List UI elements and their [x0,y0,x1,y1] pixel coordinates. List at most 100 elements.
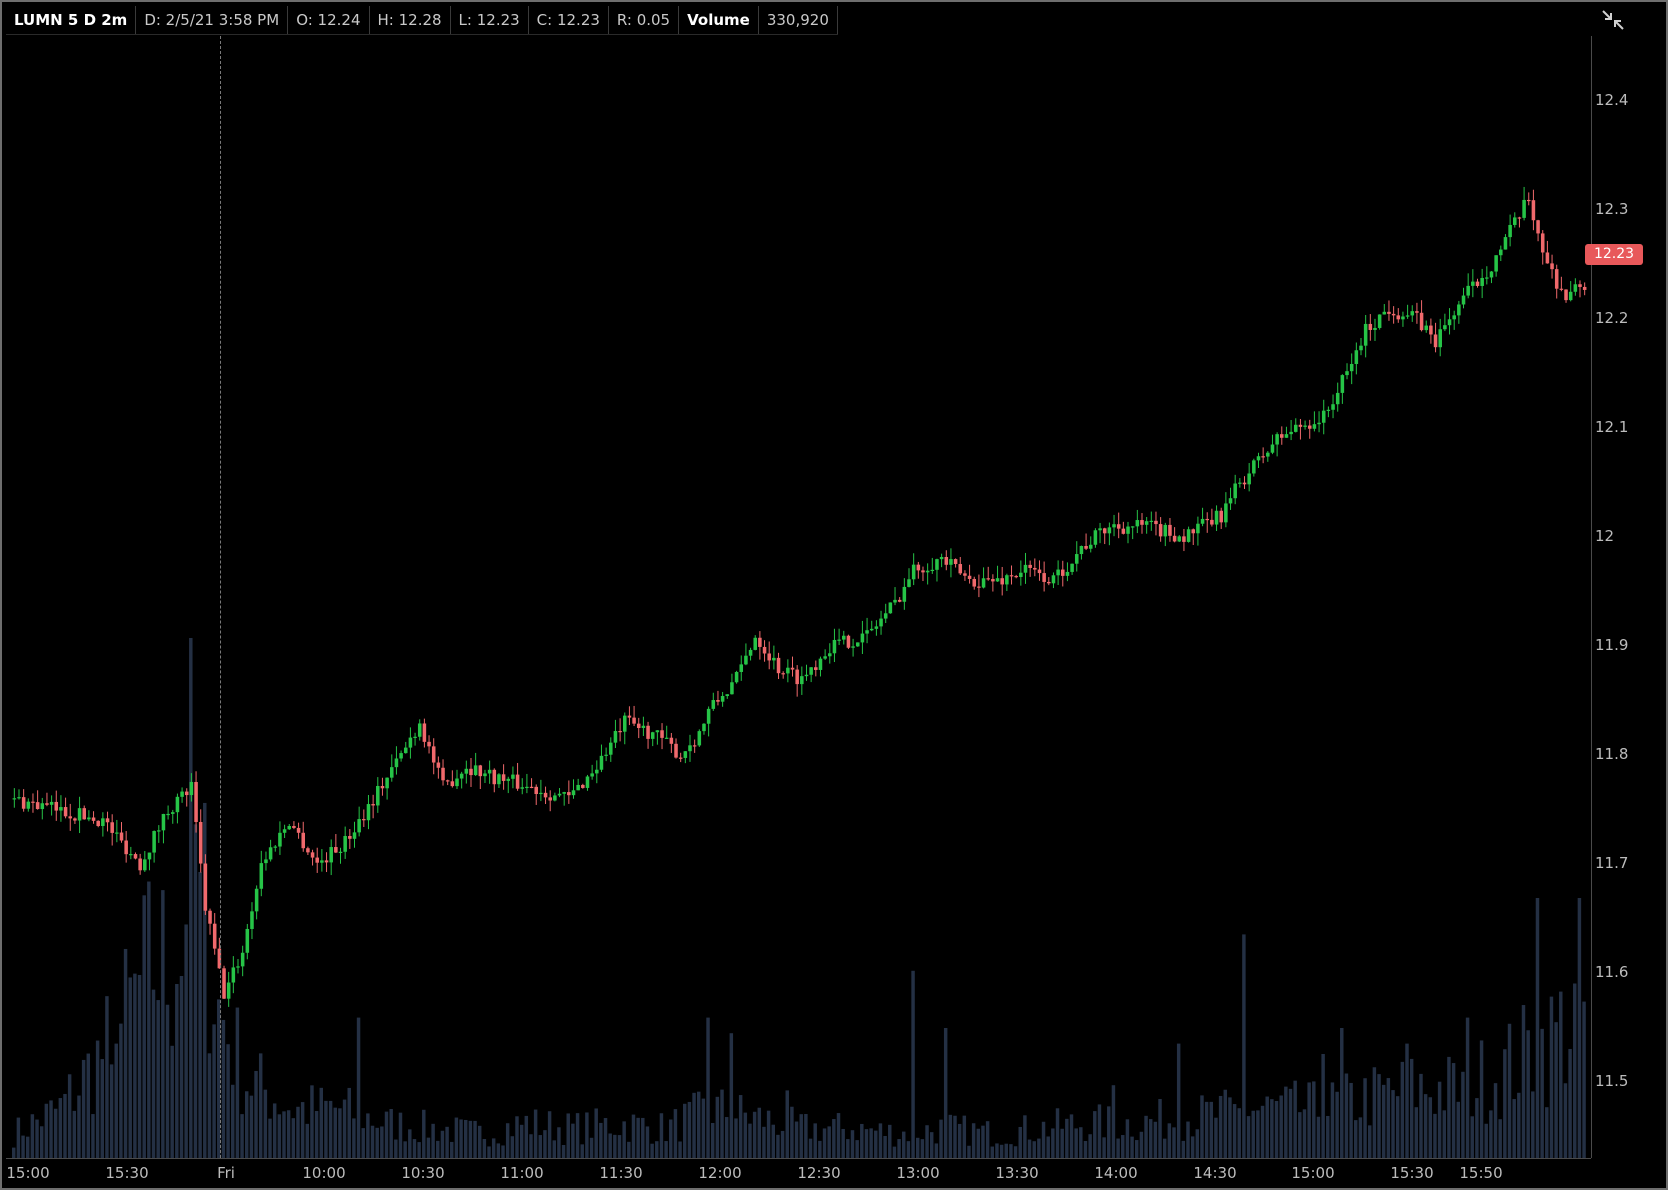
candle-body [427,741,431,747]
volume-bar [1349,1082,1353,1158]
candle-body [268,847,273,860]
candle-body [1037,569,1042,574]
candle-body [972,578,977,587]
volume-bar [109,1064,114,1158]
candle-body [431,746,436,763]
volume-bar [1111,1085,1116,1158]
volume-bar [1293,1080,1297,1158]
candle-body [1186,529,1191,542]
volume-bar [1367,1125,1372,1158]
volume-bar [1242,934,1246,1158]
candle-body [557,793,562,796]
symbol-label[interactable]: LUMN 5 D 2m [6,6,137,34]
price-axis[interactable]: 12.4 12.3 12.2 12.1 12 11.9 11.8 11.7 11.6 11.5 [1592,36,1666,1158]
volume-bar [1470,1116,1474,1158]
candle-body [115,832,119,834]
candle-body [1130,526,1135,528]
volume-bar [1535,898,1540,1158]
price-plot[interactable] [6,36,1591,1158]
candle-body [604,754,608,756]
volume-bar [193,824,198,1158]
candle-body [1387,311,1391,314]
volume-bar [1065,1118,1069,1158]
volume-bar [631,1114,636,1158]
candle-body [632,717,636,724]
candle-body [1121,528,1126,534]
candle-body [1079,545,1084,555]
candle-body [776,657,781,674]
candle-body [399,753,403,759]
volume-bar [1582,1001,1586,1158]
volume-readout: 330,920 [759,6,838,34]
volume-bar [63,1093,67,1158]
volume-bar [1456,1101,1460,1158]
volume-bar [314,1111,319,1158]
volume-bar [846,1139,850,1158]
volume-bar [589,1137,594,1158]
candle-body [935,559,939,570]
candle-body [1461,295,1466,305]
candle-body [609,742,613,755]
volume-bar [137,974,142,1158]
volume-bar [142,895,146,1158]
volume-bar [869,1128,873,1158]
volume-bar [939,1119,943,1158]
candle-body [306,848,310,853]
candle-body [893,599,897,603]
candle-body [520,787,525,789]
volume-bar [580,1144,584,1158]
collapse-expand-icon[interactable] [1600,8,1626,32]
chart-window: LUMN 5 D 2m D: 2/5/21 3:58 PM O: 12.24 H… [0,0,1668,1190]
candle-body [1009,575,1014,577]
volume-bar [1214,1117,1218,1158]
volume-bar [1531,1091,1535,1158]
candle-body [497,774,501,785]
volume-bar [1573,983,1577,1158]
time-tick: 14:30 [1193,1164,1237,1182]
candle-body [292,826,296,828]
candle-body [953,559,958,565]
candle-body [1172,535,1177,542]
candle-body [1554,269,1559,289]
candle-body [362,819,366,821]
candle-body [706,708,711,724]
candle-body [282,829,287,833]
candle-body [1564,289,1568,301]
candle-body [376,785,380,806]
candle-body [240,952,245,967]
candle-body [212,923,217,949]
volume-bar [1032,1141,1036,1158]
volume-bar [1265,1096,1269,1158]
volume-bar [874,1130,878,1158]
volume-bar [133,973,137,1158]
volume-bar [678,1141,682,1158]
candle-body [1536,220,1540,234]
volume-bar [1395,1096,1400,1158]
candle-body [278,832,282,847]
volume-bar [426,1137,431,1158]
candle-body [1168,524,1172,536]
volume-bar [1372,1067,1377,1158]
volume-bar [1568,1048,1572,1158]
candle-body [1517,217,1522,219]
price-tick: 12.1 [1595,418,1629,437]
volume-bar [1475,1098,1479,1158]
candle-body [343,836,347,852]
info-bar: LUMN 5 D 2m D: 2/5/21 3:58 PM O: 12.24 H… [6,6,838,35]
volume-label[interactable]: Volume [679,6,759,34]
volume-bar [477,1125,482,1158]
volume-bar [161,890,165,1158]
candle-body [539,792,543,795]
candle-body [1494,255,1498,272]
candle-body [781,673,785,675]
volume-bar [35,1119,39,1158]
time-tick: 12:30 [797,1164,841,1182]
time-axis[interactable]: 15:00 15:30 Fri 10:00 10:30 11:00 11:30 12:00 12… [6,1160,1591,1188]
volume-bar [575,1113,580,1158]
candle-body [576,784,580,791]
volume-bar [696,1091,701,1158]
volume-bar [1009,1144,1013,1158]
candle-body [958,564,963,574]
volume-bar [664,1141,668,1158]
candle-body [1438,329,1442,348]
